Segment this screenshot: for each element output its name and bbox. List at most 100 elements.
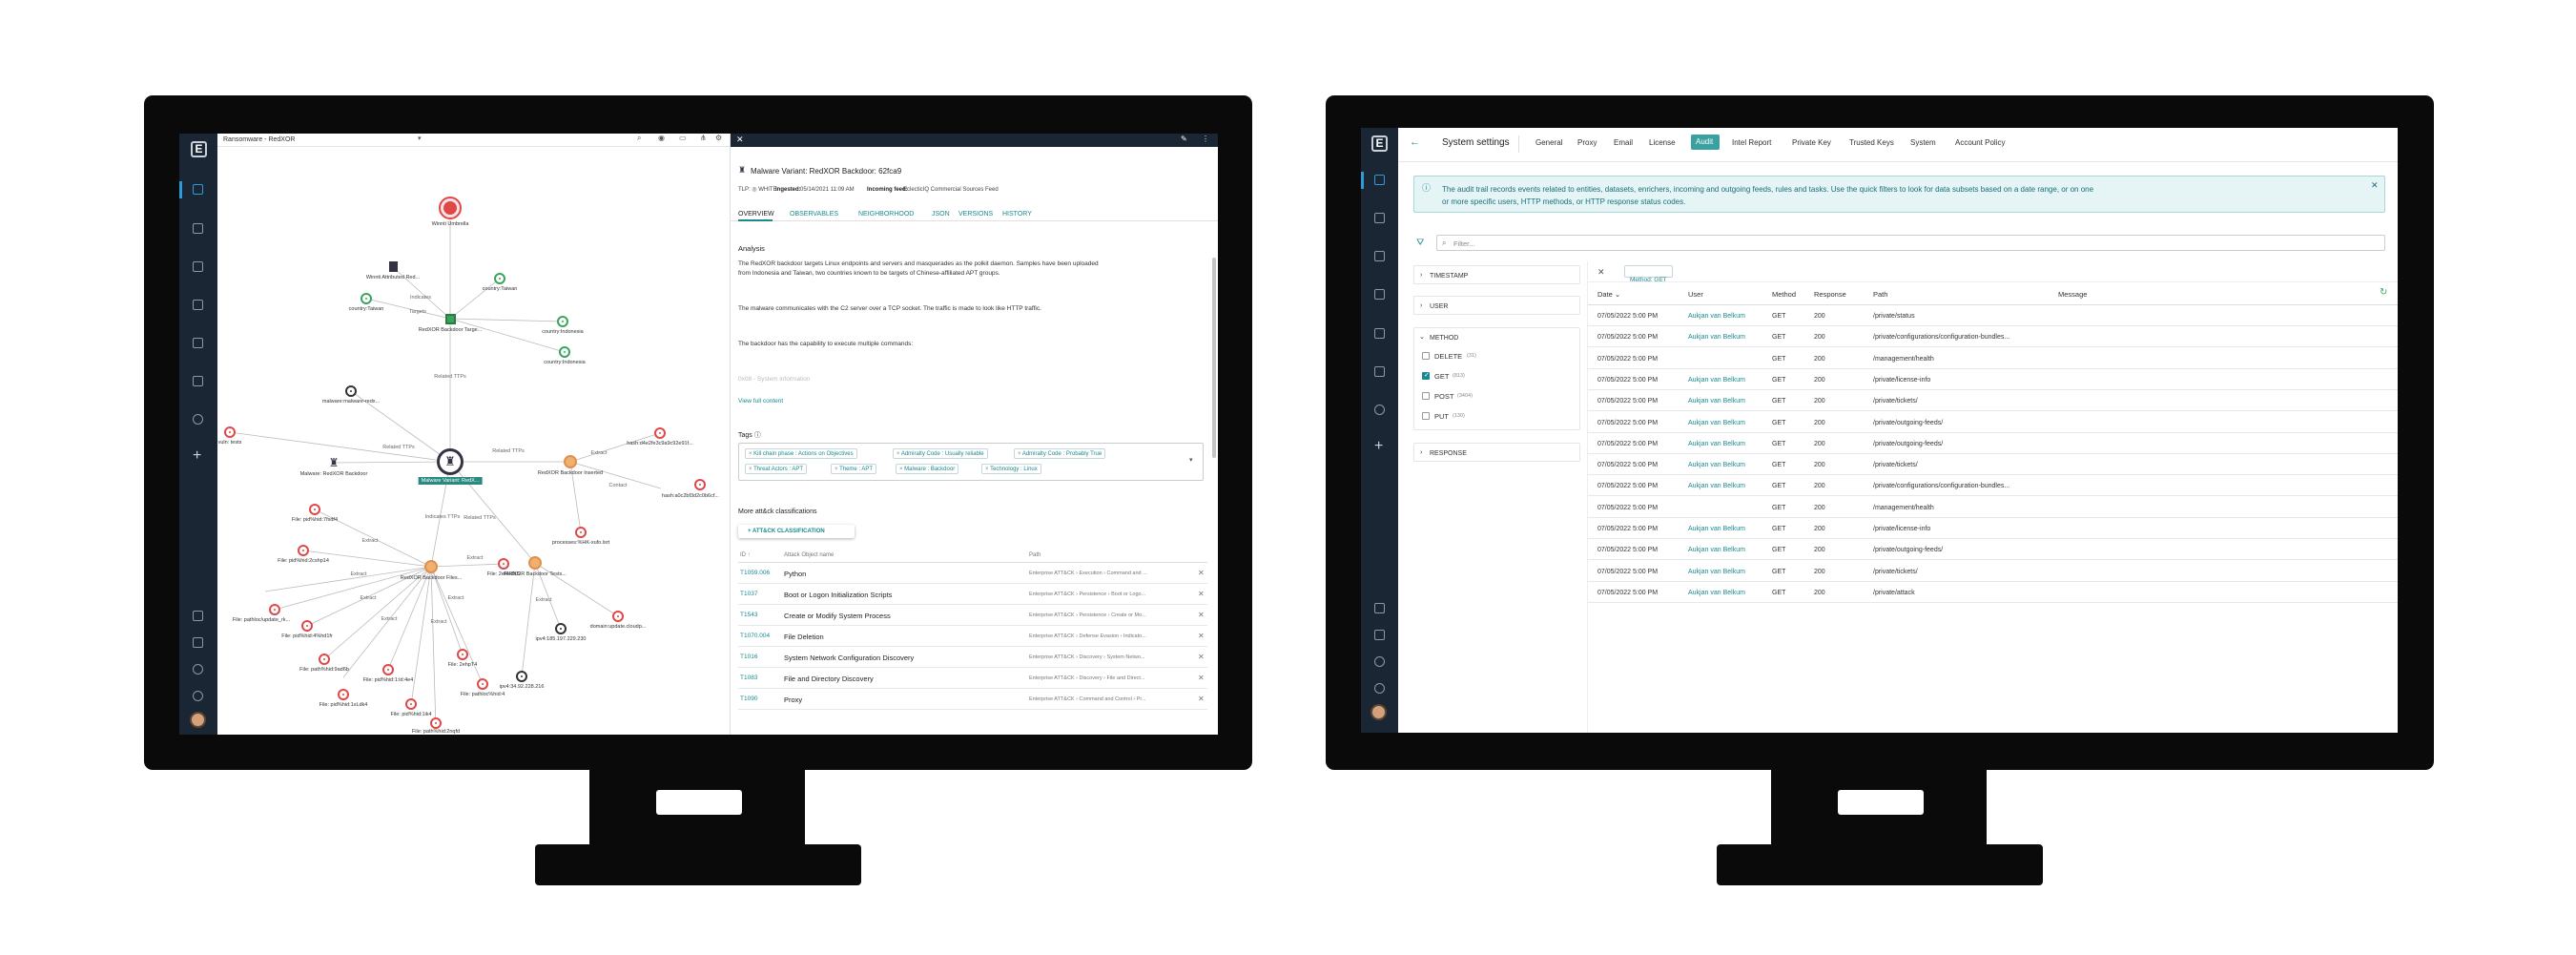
tab-email[interactable]: Email	[1614, 139, 1633, 147]
user-avatar[interactable]	[1370, 704, 1387, 720]
chevron-down-icon[interactable]: ▾	[418, 135, 422, 142]
graph-node-indicator[interactable]	[612, 611, 624, 622]
graph-node-attack-pattern[interactable]	[528, 556, 542, 570]
remove-row-icon[interactable]: ✕	[1198, 570, 1205, 577]
filter-input[interactable]: ⌕ Filter...	[1436, 235, 2385, 251]
user-avatar[interactable]	[190, 712, 206, 728]
checkbox[interactable]: ✓	[1422, 372, 1430, 380]
fire-icon[interactable]	[1374, 289, 1385, 300]
audit-table-row[interactable]: 07/05/2022 5:00 PM Aukjan van Belkum GET 20…	[1588, 433, 2398, 454]
graph-node-indicator[interactable]	[457, 649, 468, 660]
audit-table-row[interactable]: 07/05/2022 5:00 PM Aukjan van Belkum GET 20…	[1588, 518, 2398, 539]
graph-node-indicator[interactable]	[430, 717, 442, 729]
tags-expand-icon[interactable]: ▾	[1189, 457, 1193, 464]
graph-node-malware[interactable]: ♜	[327, 456, 340, 469]
target-icon[interactable]	[1374, 251, 1385, 261]
graph-node-country[interactable]	[494, 273, 505, 284]
graph-node-indicator[interactable]	[319, 654, 330, 665]
audit-user[interactable]: Aukjan van Belkum	[1688, 420, 1745, 426]
bell-icon[interactable]	[1374, 603, 1385, 613]
layout-icon[interactable]: ⚙	[715, 135, 722, 142]
tab-license[interactable]: License	[1649, 139, 1676, 147]
remove-row-icon[interactable]: ✕	[1198, 633, 1205, 640]
checkbox[interactable]	[1422, 352, 1430, 360]
graph-icon[interactable]	[1374, 366, 1385, 377]
feed-value[interactable]: EclecticIQ Commercial Sources Feed	[903, 187, 999, 193]
calendar-icon[interactable]	[193, 637, 203, 648]
remove-row-icon[interactable]: ✕	[1198, 675, 1205, 682]
attack-table-row[interactable]: T1070.004 File Deletion Enterprise ATT&CK …	[738, 626, 1207, 647]
calendar-icon[interactable]	[1374, 630, 1385, 640]
search-icon[interactable]	[193, 414, 203, 425]
graph-node-attack-pattern[interactable]	[564, 455, 577, 468]
share-icon[interactable]: ⋔	[700, 135, 707, 142]
audit-user[interactable]: Aukjan van Belkum	[1688, 313, 1745, 320]
facet-user[interactable]: › USER	[1413, 296, 1580, 315]
settings-gear-icon[interactable]	[193, 691, 203, 701]
audit-user[interactable]: Aukjan van Belkum	[1688, 569, 1745, 575]
attack-id[interactable]: T1016	[740, 654, 757, 661]
tag-chip[interactable]: × Technology : Linux	[981, 464, 1041, 474]
graph-node-selected[interactable]: ♜	[437, 448, 464, 475]
audit-table-row[interactable]: 07/05/2022 5:00 PM Aukjan van Belkum GET 20…	[1588, 326, 2398, 348]
folder-icon[interactable]: ▭	[679, 135, 687, 142]
robot-icon[interactable]	[193, 223, 203, 234]
graph-node-threat-actor[interactable]	[439, 197, 462, 219]
target-icon[interactable]	[193, 261, 203, 272]
checkbox[interactable]	[1422, 412, 1430, 420]
attack-id[interactable]: T1059.006	[740, 570, 770, 577]
audit-user[interactable]: Aukjan van Belkum	[1688, 462, 1745, 468]
facet-option-delete[interactable]: DELETE (31)	[1414, 349, 1579, 364]
tag-chip[interactable]: × Admiralty Code : Usually reliable	[893, 448, 988, 459]
refresh-icon[interactable]: ↻	[2380, 288, 2387, 298]
attack-id[interactable]: T1090	[740, 695, 757, 703]
tab-private-key[interactable]: Private Key	[1792, 139, 1831, 147]
view-full-content-link[interactable]: View full content	[738, 398, 783, 405]
active-filter-chip[interactable]: Method: GET	[1624, 265, 1673, 283]
app-logo[interactable]: E	[191, 141, 207, 157]
checkbox[interactable]	[1422, 392, 1430, 400]
remove-row-icon[interactable]: ✕	[1198, 654, 1205, 661]
graph-title[interactable]: Ransomware - RedXOR	[223, 136, 295, 143]
audit-table-row[interactable]: 07/05/2022 5:00 PM GET 200/management/heal…	[1588, 348, 2398, 369]
graph-node-indicator[interactable]	[309, 504, 320, 515]
detail-scrollbar[interactable]	[1212, 258, 1216, 458]
attack-id[interactable]: T1083	[740, 675, 757, 682]
tag-chip[interactable]: × Threat Actors : APT	[745, 464, 808, 474]
facet-option-post[interactable]: POST (3404)	[1414, 389, 1579, 405]
column-header-method[interactable]: Method	[1772, 291, 1796, 299]
briefcase-icon[interactable]	[1374, 328, 1385, 339]
graph-canvas[interactable]: Winnti Umbrella Winnti Attributed Red...…	[217, 147, 730, 735]
graph-node-indicator[interactable]	[301, 620, 313, 632]
eye-icon[interactable]: ◉	[658, 135, 665, 142]
audit-user[interactable]: Aukjan van Belkum	[1688, 526, 1745, 532]
tag-chip[interactable]: × Malware : Backdoor	[896, 464, 959, 474]
tab-trusted-keys[interactable]: Trusted Keys	[1849, 139, 1894, 147]
attack-table-row[interactable]: T1037 Boot or Logon Initialization Script…	[738, 584, 1207, 605]
column-header-message[interactable]: Message	[2058, 291, 2087, 299]
help-icon[interactable]	[1374, 656, 1385, 667]
audit-user[interactable]: Aukjan van Belkum	[1688, 377, 1745, 384]
add-icon[interactable]: +	[193, 448, 201, 464]
add-attack-classification-button[interactable]: + ATT&CK CLASSIFICATION	[738, 525, 855, 538]
fire-icon[interactable]	[193, 300, 203, 310]
facet-option-put[interactable]: PUT (130)	[1414, 409, 1579, 425]
facet-timestamp[interactable]: › TIMESTAMP	[1413, 265, 1580, 284]
facet-method[interactable]: ⌄ METHOD DELETE (31) ✓ GET (813) POST (3404) PU…	[1413, 327, 1580, 430]
audit-table-row[interactable]: 07/05/2022 5:00 PM Aukjan van Belkum GET 20…	[1588, 561, 2398, 582]
edit-icon[interactable]: ✎	[1181, 135, 1187, 143]
audit-table-row[interactable]: 07/05/2022 5:00 PM Aukjan van Belkum GET 20…	[1588, 305, 2398, 326]
search-icon[interactable]: ⌕	[637, 135, 641, 142]
tab-history[interactable]: HISTORY	[1002, 211, 1032, 218]
graph-node-campaign[interactable]	[445, 314, 456, 324]
graph-node-indicator[interactable]	[694, 479, 706, 490]
attack-table-row[interactable]: T1543 Create or Modify System Process Ente…	[738, 605, 1207, 626]
graph-node-attack-pattern[interactable]	[424, 560, 438, 573]
back-arrow-icon[interactable]: ←	[1410, 137, 1420, 148]
audit-user[interactable]: Aukjan van Belkum	[1688, 398, 1745, 405]
tab-intel-report[interactable]: Intel Report	[1732, 139, 1771, 147]
attack-id[interactable]: T1037	[740, 591, 757, 598]
add-icon[interactable]: +	[1374, 439, 1383, 454]
tab-audit[interactable]: Audit	[1691, 135, 1720, 150]
clear-filters-icon[interactable]: ✕	[1597, 268, 1605, 277]
